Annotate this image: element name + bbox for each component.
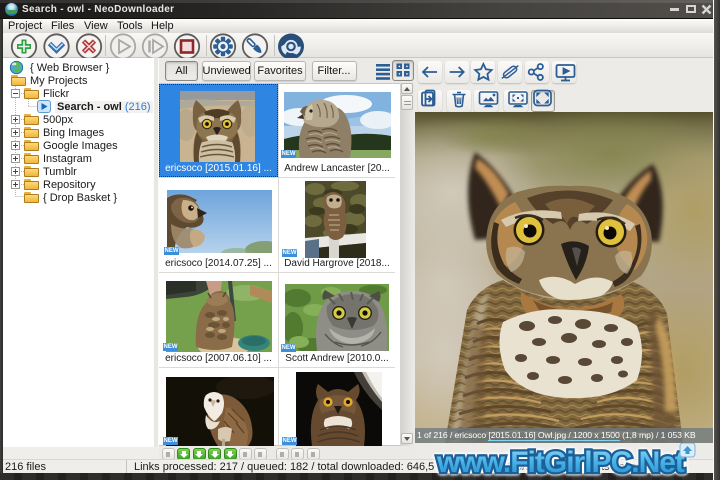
svg-text:www.FitGirlPC.Net: www.FitGirlPC.Net <box>436 446 685 479</box>
